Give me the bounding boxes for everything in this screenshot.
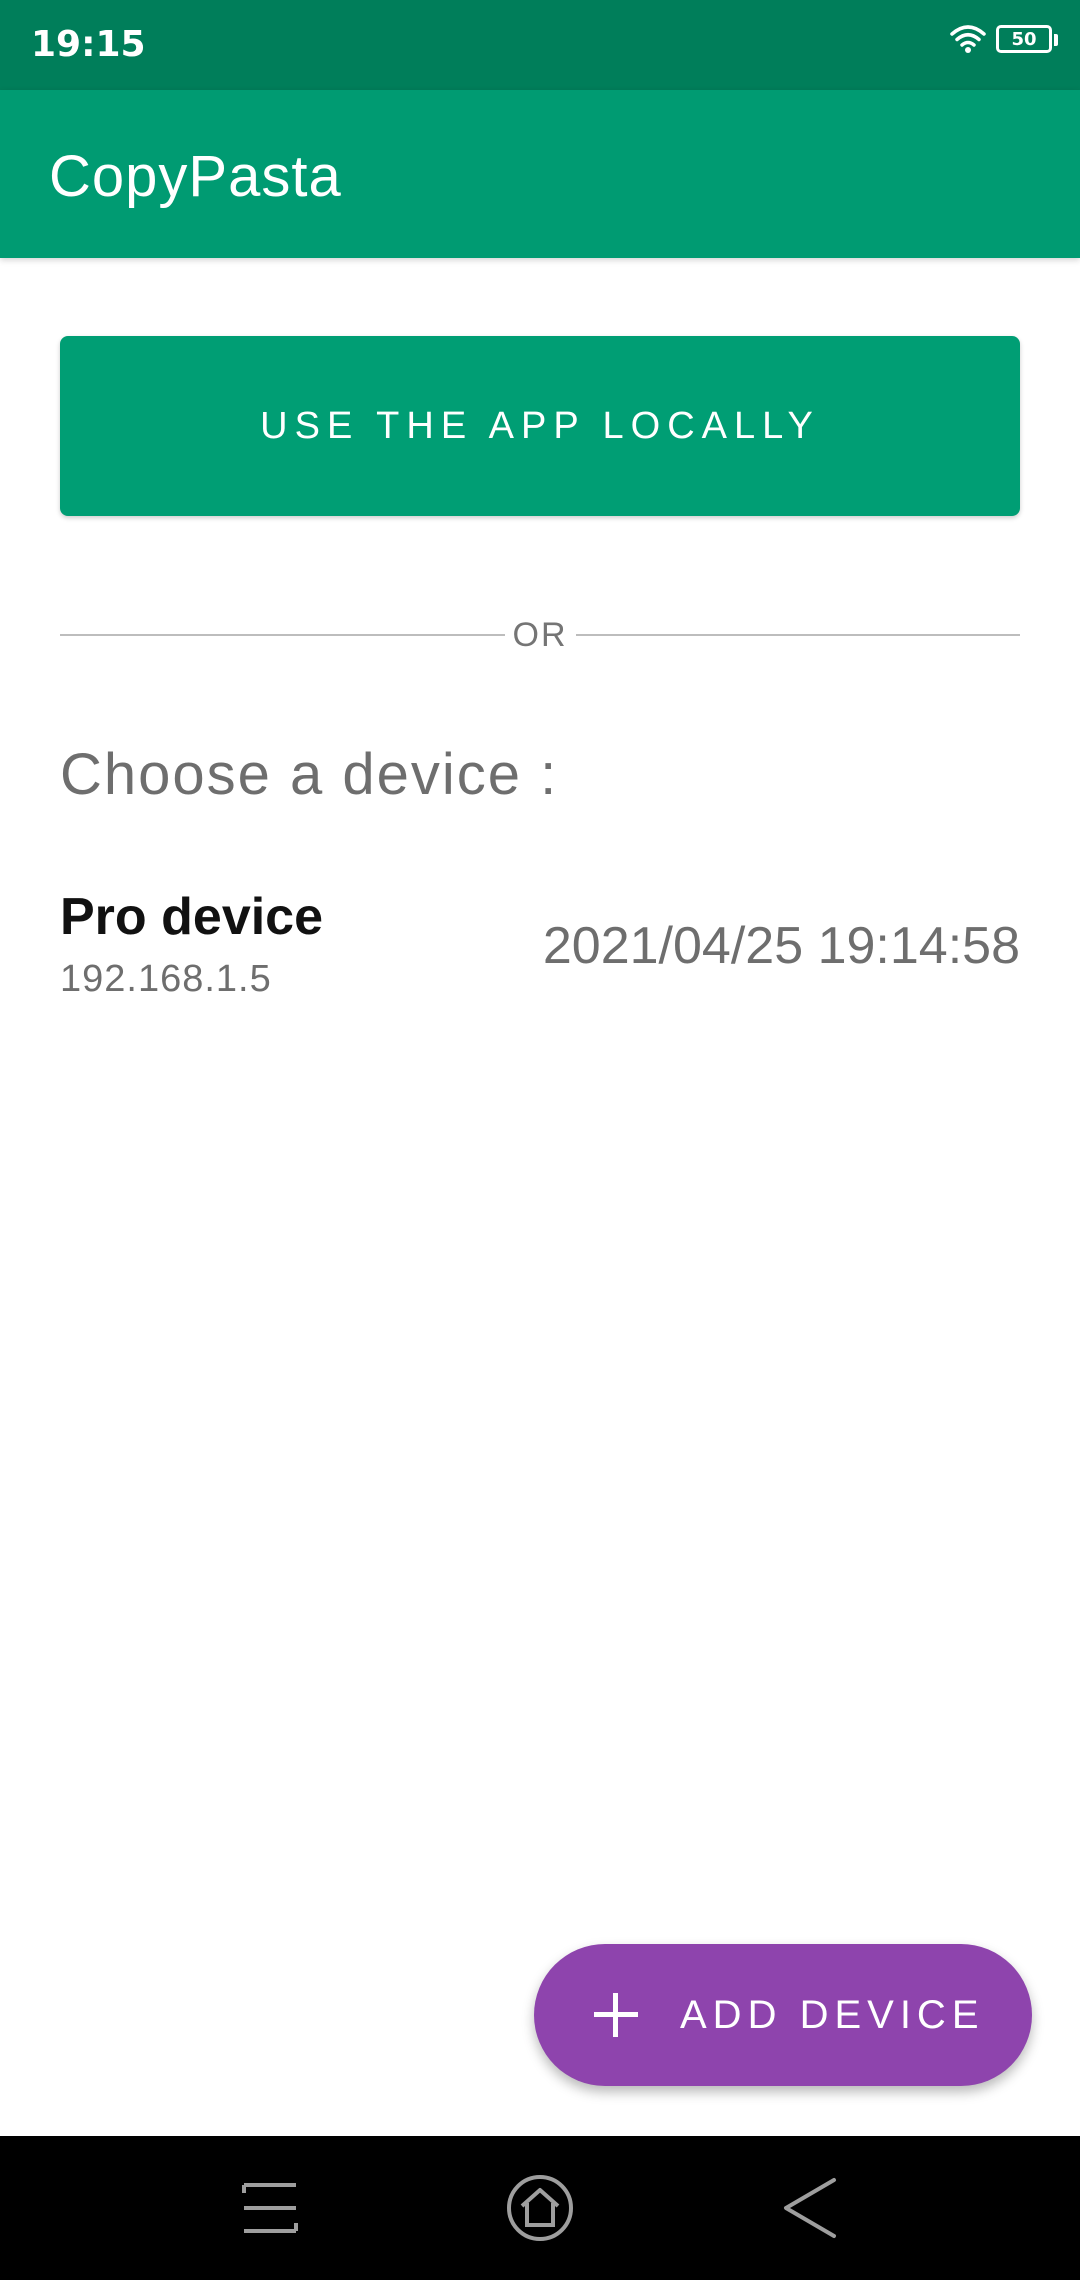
plus-icon (586, 1985, 646, 2045)
divider-line-left (60, 634, 505, 636)
app-bar: CopyPasta (0, 90, 1080, 258)
or-label: OR (512, 615, 568, 654)
or-divider: OR (60, 612, 1020, 658)
battery-icon: 50 (996, 25, 1058, 53)
app-title: CopyPasta (49, 144, 342, 209)
status-icons: 50 (950, 24, 1058, 54)
home-icon[interactable] (500, 2172, 580, 2244)
device-list-item[interactable]: Pro device 192.168.1.5 2021/04/25 19:14:… (60, 880, 1020, 1010)
menu-icon[interactable] (230, 2172, 310, 2244)
status-bar: 19:15 50 (0, 0, 1080, 90)
wifi-icon (950, 24, 986, 54)
device-name: Pro device (60, 888, 324, 946)
divider-line-right (575, 634, 1020, 636)
device-ip: 192.168.1.5 (60, 958, 272, 1000)
back-icon[interactable] (770, 2172, 850, 2244)
device-last-seen: 2021/04/25 19:14:58 (542, 917, 1020, 975)
use-app-locally-button[interactable]: USE THE APP LOCALLY (60, 336, 1020, 516)
add-device-button[interactable]: ADD DEVICE (534, 1944, 1032, 2086)
add-device-label: ADD DEVICE (680, 1993, 985, 2037)
status-time: 19:15 (31, 24, 146, 65)
screen: 19:15 50 CopyPasta USE THE APP LOCALLY O… (0, 0, 1080, 2280)
navigation-bar (0, 2136, 1080, 2280)
choose-device-heading: Choose a device : (60, 742, 559, 807)
